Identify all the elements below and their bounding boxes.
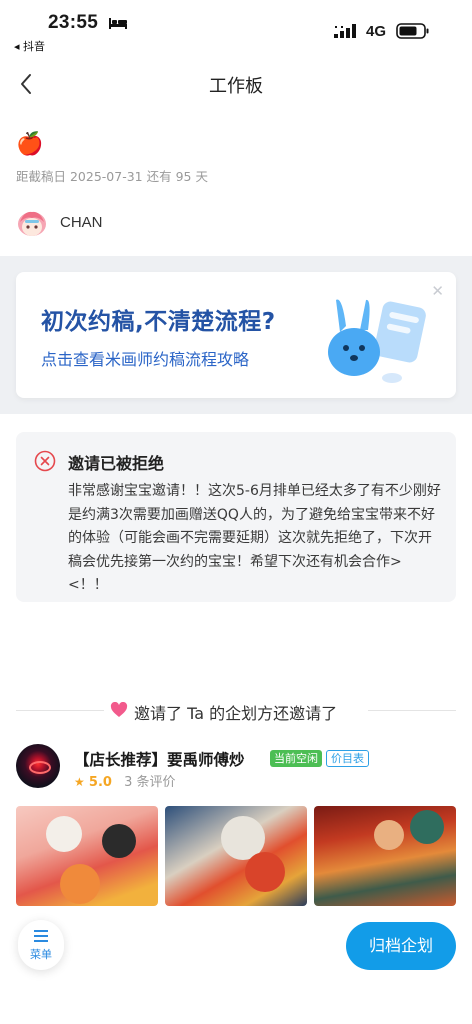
menu-button[interactable]: 菜单 (18, 920, 64, 970)
status-bar: 23:55 ◂ 抖音 4G (0, 0, 472, 60)
menu-label: 菜单 (30, 948, 52, 961)
bed-icon (109, 18, 127, 29)
nav-bar: 工作板 (0, 60, 472, 108)
apple-emoji-icon: 🍎 (16, 132, 44, 157)
invited-label: 邀请了 Ta 的企划方还邀请了 (134, 704, 338, 723)
banner-title: 初次约稿,不清楚流程? (41, 309, 276, 335)
page-title: 工作板 (209, 76, 263, 97)
rejection-notice: 邀请已被拒绝 非常感谢宝宝邀请！！这次5-6月排单已经太多了有不少刚好是约满3次… (16, 432, 456, 602)
battery-icon (396, 23, 429, 39)
invited-section-header: 邀请了 Ta 的企划方还邀请了 (16, 698, 456, 724)
artist-avatar[interactable] (16, 208, 48, 238)
review-count[interactable]: 3 条评价 (124, 775, 175, 790)
error-circle-icon (34, 450, 56, 472)
banner-section: 初次约稿,不清楚流程? 点击查看米画师约稿流程攻略 ✕ (0, 256, 472, 414)
shop-avatar[interactable] (16, 744, 60, 788)
star-icon: ★ (74, 775, 85, 789)
heart-icon (110, 702, 128, 717)
back-to-app-link[interactable]: ◂ 抖音 (14, 38, 45, 54)
deadline-text: 距截稿日 2025-07-31 还有 95 天 (16, 169, 208, 184)
status-time: 23:55 (48, 12, 99, 33)
rating-row: ★ 5.0 3 条评价 (74, 771, 175, 790)
shop-name[interactable]: 【店长推荐】要禹师傅炒 (74, 748, 245, 770)
banner-subtitle: 点击查看米画师约稿流程攻略 (41, 350, 250, 369)
mascot-illustration (328, 299, 426, 383)
artwork-thumbnail[interactable] (165, 806, 307, 906)
divider-line-right (368, 710, 456, 711)
artist-name[interactable]: CHAN (60, 214, 103, 231)
artwork-thumbnail[interactable] (314, 806, 456, 906)
menu-icon (34, 930, 48, 942)
divider-line-left (16, 710, 104, 711)
network-type: 4G (366, 23, 387, 40)
process-guide-banner[interactable]: 初次约稿,不清楚流程? 点击查看米画师约稿流程攻略 ✕ (16, 272, 456, 398)
price-list-tag[interactable]: 价目表 (326, 750, 369, 767)
signal-icon (334, 24, 356, 38)
status-badge-free: 当前空闲 (270, 750, 322, 767)
artwork-gallery (16, 806, 456, 906)
rejection-title: 邀请已被拒绝 (68, 454, 165, 473)
artwork-thumbnail[interactable] (16, 806, 158, 906)
rejection-message: 非常感谢宝宝邀请！！这次5-6月排单已经太多了有不少刚好是约满3次需要加画赠送Q… (68, 483, 441, 593)
rating-value: 5.0 (88, 775, 112, 790)
archive-project-button[interactable]: 归档企划 (346, 922, 456, 970)
